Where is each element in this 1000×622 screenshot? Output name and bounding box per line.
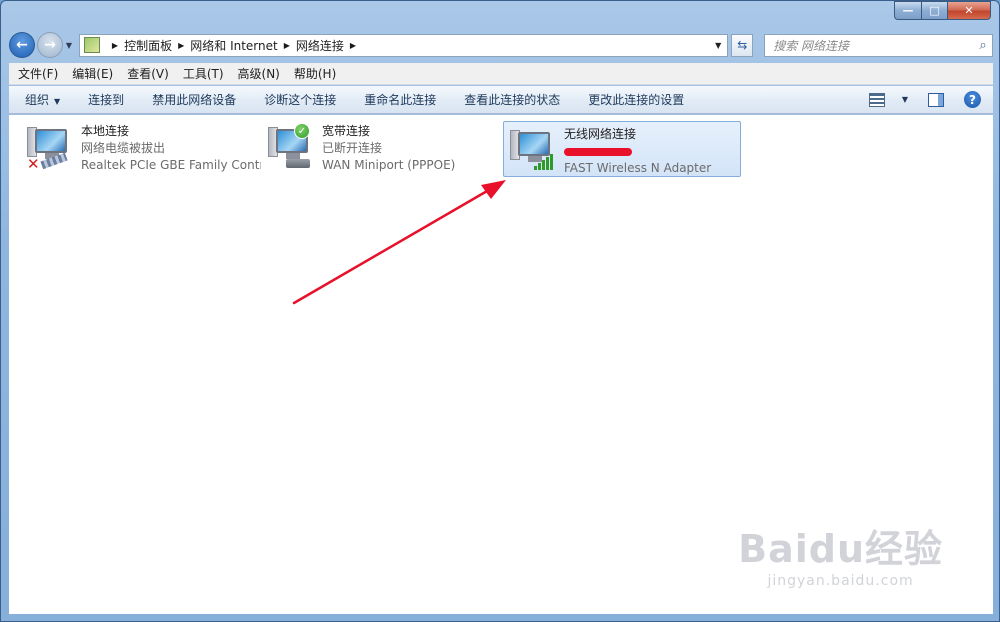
maximize-button[interactable]: □	[921, 1, 947, 20]
arrow-right-icon: →	[44, 37, 56, 53]
breadcrumb-network-internet[interactable]: 网络和 Internet	[190, 37, 277, 54]
connections-list: ✕ 本地连接 网络电缆被拔出 Realtek PCIe GBE Family C…	[9, 115, 993, 614]
breadcrumb-control-panel[interactable]: 控制面板	[124, 37, 172, 54]
arrow-left-icon: ←	[16, 37, 28, 53]
watermark-url: jingyan.baidu.com	[767, 573, 914, 589]
minimize-button[interactable]: —	[894, 1, 921, 20]
menu-edit[interactable]: 编辑(E)	[65, 65, 120, 82]
view-options-icon	[868, 92, 885, 107]
chevron-down-icon: ▼	[715, 40, 722, 50]
menu-bar: 文件(F) 编辑(E) 查看(V) 工具(T) 高级(N) 帮助(H)	[9, 63, 993, 85]
refresh-icon: ⇆	[737, 38, 748, 52]
breadcrumb-separator-icon[interactable]: ▶	[178, 41, 184, 50]
close-button[interactable]: ✕	[947, 1, 991, 20]
recent-pages-dropdown[interactable]: ▼	[63, 41, 75, 50]
organize-label: 组织	[25, 93, 50, 107]
control-panel-icon	[83, 37, 100, 53]
help-icon[interactable]: ?	[964, 91, 981, 108]
command-bar: 组织 ▼ 连接到 禁用此网络设备 诊断这个连接 重命名此连接 查看此连接的状态 更…	[9, 86, 993, 114]
connect-to-button[interactable]: 连接到	[74, 91, 138, 108]
search-placeholder: 搜索 网络连接	[773, 38, 850, 53]
forward-button[interactable]: →	[36, 32, 63, 58]
refresh-button[interactable]: ⇆	[731, 33, 754, 57]
watermark-logo: Baidu经验	[738, 527, 943, 571]
view-status-button[interactable]: 查看此连接的状态	[450, 91, 574, 108]
menu-view[interactable]: 查看(V)	[120, 65, 176, 82]
menu-file[interactable]: 文件(F)	[11, 65, 65, 82]
baidu-watermark: Baidu经验 jingyan.baidu.com	[738, 518, 943, 589]
chevron-down-icon: ▼	[54, 97, 61, 106]
breadcrumb-separator-icon[interactable]: ▶	[112, 41, 118, 50]
address-history-dropdown[interactable]: ▼	[709, 41, 727, 50]
rename-button[interactable]: 重命名此连接	[350, 91, 450, 108]
chevron-down-icon: ▼	[65, 40, 72, 50]
explorer-window: — □ ✕ ← → ▼ ▶ 控制面板 ▶ 网络和 Internet ▶ 网络连接…	[0, 0, 1000, 622]
chevron-down-icon: ▼	[901, 95, 908, 104]
search-icon[interactable]: ⌕	[974, 38, 992, 53]
address-row: ← → ▼ ▶ 控制面板 ▶ 网络和 Internet ▶ 网络连接 ▶ ▼ ⇆…	[9, 31, 993, 59]
breadcrumb-network-connections[interactable]: 网络连接	[296, 37, 344, 54]
breadcrumb-separator-icon[interactable]: ▶	[350, 41, 356, 50]
diagnose-button[interactable]: 诊断这个连接	[250, 91, 350, 108]
menu-advanced[interactable]: 高级(N)	[231, 65, 287, 82]
caption-buttons: — □ ✕	[894, 1, 991, 20]
change-view-button[interactable]: ▼	[868, 92, 908, 107]
breadcrumb-separator-icon[interactable]: ▶	[284, 41, 290, 50]
search-input[interactable]: 搜索 网络连接 ⌕	[764, 33, 993, 57]
preview-pane-icon[interactable]	[928, 92, 944, 107]
menu-help[interactable]: 帮助(H)	[287, 65, 343, 82]
disable-device-button[interactable]: 禁用此网络设备	[138, 91, 250, 108]
organize-button[interactable]: 组织 ▼	[9, 91, 74, 108]
back-button[interactable]: ←	[9, 32, 35, 58]
address-bar[interactable]: ▶ 控制面板 ▶ 网络和 Internet ▶ 网络连接 ▶ ▼	[78, 33, 729, 57]
menu-tools[interactable]: 工具(T)	[176, 65, 231, 82]
change-settings-button[interactable]: 更改此连接的设置	[574, 91, 698, 108]
